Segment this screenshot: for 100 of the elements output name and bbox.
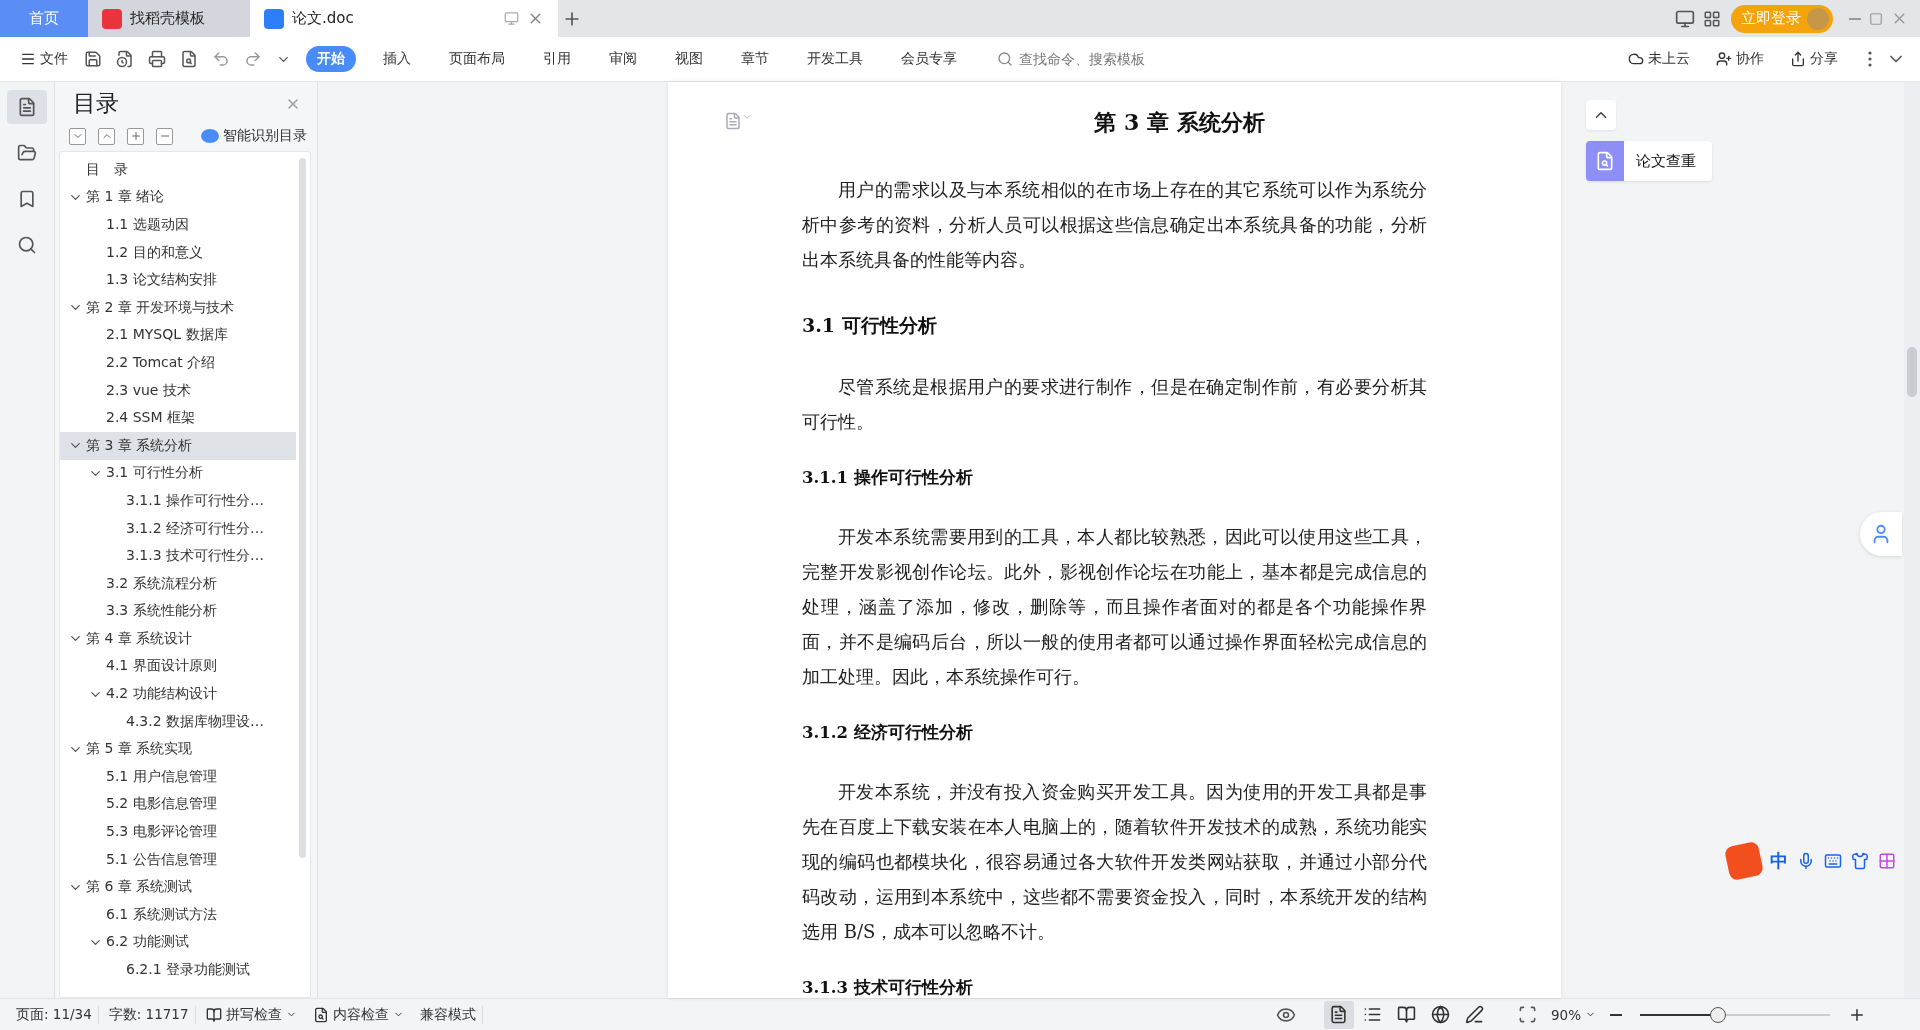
ribbon-tab[interactable]: 章节 [730,46,780,72]
toc-item[interactable]: 第 5 章 系统实现 [60,735,296,764]
document-menu-icon [724,112,752,130]
zoom-slider[interactable] [1640,1005,1830,1024]
book-icon [1397,1005,1417,1024]
microphone-icon [1797,852,1815,870]
toc-item[interactable]: 3.1.2 经济可行性分… [60,514,296,543]
toc-item[interactable]: 1.2 目的和意义 [60,238,296,267]
zoom-level[interactable]: 90% [1545,1006,1602,1023]
toc-item[interactable]: 4.1 界面设计原则 [60,652,296,681]
toc-item[interactable]: 第 1 章 绪论 [60,183,296,212]
toc-item[interactable]: 2.2 Tomcat 介绍 [60,349,296,377]
magnifier-document-icon [312,1006,329,1023]
search-field[interactable]: 查找命令、搜索模板 [997,50,1187,68]
toc-item[interactable]: 5.1 用户信息管理 [60,763,296,791]
toc-item[interactable]: 第 6 章 系统测试 [60,873,296,902]
toc-item[interactable]: 2.3 vue 技术 [60,376,296,405]
toc-item[interactable]: 5.3 电影评论管理 [60,818,296,846]
ribbon-tab[interactable]: 视图 [664,46,714,72]
toc-item[interactable]: 第 3 章 系统分析 [60,431,296,460]
redo-icon [244,50,262,68]
ime-mode-label[interactable]: 中 [1770,849,1788,873]
document-tab[interactable]: 论文.doc [250,0,558,37]
page-count: 页面: 11/34 [10,1005,99,1024]
document-icon [116,50,134,68]
compatibility-mode: 兼容模式 [413,1005,483,1024]
toc-item[interactable]: 2.4 SSM 框架 [60,404,296,432]
folder-icon [17,143,37,163]
plagiarism-check-button[interactable]: 论文查重 [1586,141,1712,181]
smart-toc-button[interactable]: 智能识别目录 [201,127,307,145]
add-button[interactable] [127,127,144,145]
plus-icon [129,130,142,142]
toc-item[interactable]: 目 录 [60,156,296,184]
person-add-icon [1716,51,1732,67]
document-tab[interactable]: 找稻壳模板 [88,0,250,37]
toc-item[interactable]: 3.1.3 技术可行性分… [60,542,296,570]
toc-item[interactable]: 3.2 系统流程分析 [60,569,296,598]
toc-item[interactable]: 1.1 选题动因 [60,211,296,239]
collapse-panel-button[interactable] [1586,100,1616,130]
toc-item[interactable]: 6.2.1 登录功能测试 [60,956,296,984]
body-paragraph: 开发本系统，并没有投入资金购买开发工具。因为使用的开发工具都是事先在百度上下载安装在本人电脑上的，随着软件开发技术的成熟，系统功能实现的编码也都模块化，很容易通过各大软件开发类网站获取，并通过小部分代码改动，运用到本系统中，这些都不需要资金投入，同时，本系统开发的结构选用 B/S，成本可以忽略不计。 [802,780,1427,944]
ribbon-tab[interactable]: 页面布局 [438,46,516,72]
minus-icon [1610,1013,1622,1016]
subsection-heading: 3.1.1 操作可行性分析 [802,467,974,489]
document-logo-icon [264,8,284,29]
document-icon [17,97,37,117]
assistant-button[interactable] [1860,512,1902,556]
printer-icon [148,50,166,68]
expand-button[interactable] [69,127,86,145]
subsection-heading: 3.1.3 技术可行性分析 [802,977,974,998]
keyboard-icon [1824,852,1842,870]
body-paragraph: 用户的需求以及与本系统相似的在市场上存在的其它系统可以作为系统分析中参考的资料，分析人员可以根据这些信息确定出本系统具备的功能，分析出本系统具备的性能等内容。 [802,178,1427,272]
grid-icon [1703,9,1721,28]
scrollbar[interactable] [299,158,306,858]
magnifier-document-icon [1586,141,1624,181]
toc-item[interactable]: 第 2 章 开发环境与技术 [60,293,296,322]
ribbon-tab[interactable]: 审阅 [598,46,648,72]
toc-item[interactable]: 6.2 功能测试 [60,928,296,957]
toc-item[interactable]: 2.1 MYSQL 数据库 [60,321,296,350]
list-icon [1363,1005,1383,1024]
toc-item[interactable]: 6.1 系统测试方法 [60,901,296,929]
monitor-icon [504,11,519,26]
page-icon [1329,1005,1349,1024]
spell-check-button[interactable]: 拼写检查 [199,1005,303,1024]
bookmark-icon [17,189,37,209]
collapse-button[interactable] [98,127,115,145]
ribbon-tab[interactable]: 会员专享 [890,46,968,72]
toc-item[interactable]: 3.1.1 操作可行性分… [60,487,296,515]
ribbon-tab[interactable]: 插入 [372,46,422,72]
flame-logo-icon [102,8,122,29]
toc-item[interactable]: 3.3 系统性能分析 [60,597,296,626]
toc-item[interactable]: 第 4 章 系统设计 [60,625,296,653]
save-icon [84,50,102,68]
search-icon [997,51,1013,67]
avatar-icon [1807,7,1829,30]
more-icon [1868,51,1872,67]
ribbon-tab[interactable]: 开发工具 [796,46,874,72]
toc-item[interactable]: 1.3 论文结构安排 [60,266,296,294]
toc-item[interactable]: 4.2 功能结构设计 [60,680,296,708]
toc-item[interactable]: 5.2 电影信息管理 [60,790,296,819]
subsection-heading: 3.1.2 经济可行性分析 [802,722,974,744]
globe-icon [1431,1005,1451,1024]
toc-item[interactable]: 3.1 可行性分析 [60,459,296,488]
toolbar-action[interactable]: 协作 [1710,49,1770,69]
toc-item[interactable]: 4.3.2 数据库物理设… [60,707,296,736]
remove-button[interactable] [156,127,173,145]
toc-item[interactable]: 5.1 公告信息管理 [60,845,296,874]
view-mode-button[interactable] [1324,1000,1354,1029]
magnifier-document-icon [180,50,198,68]
book-icon [205,1006,222,1023]
ribbon-tab[interactable]: 引用 [532,46,582,72]
toolbar-action[interactable]: 分享 [1784,49,1844,69]
word-count: 字数: 11717 [102,1005,196,1024]
content-check-button[interactable]: 内容检查 [306,1005,410,1024]
maximize-icon [1869,11,1883,26]
grid-icon [1878,852,1896,870]
outline-panel-button[interactable] [7,90,47,124]
file-menu[interactable]: 文件 [14,49,74,69]
scrollbar[interactable] [1904,82,1920,998]
toolbar-action[interactable]: 未上云 [1622,49,1696,69]
